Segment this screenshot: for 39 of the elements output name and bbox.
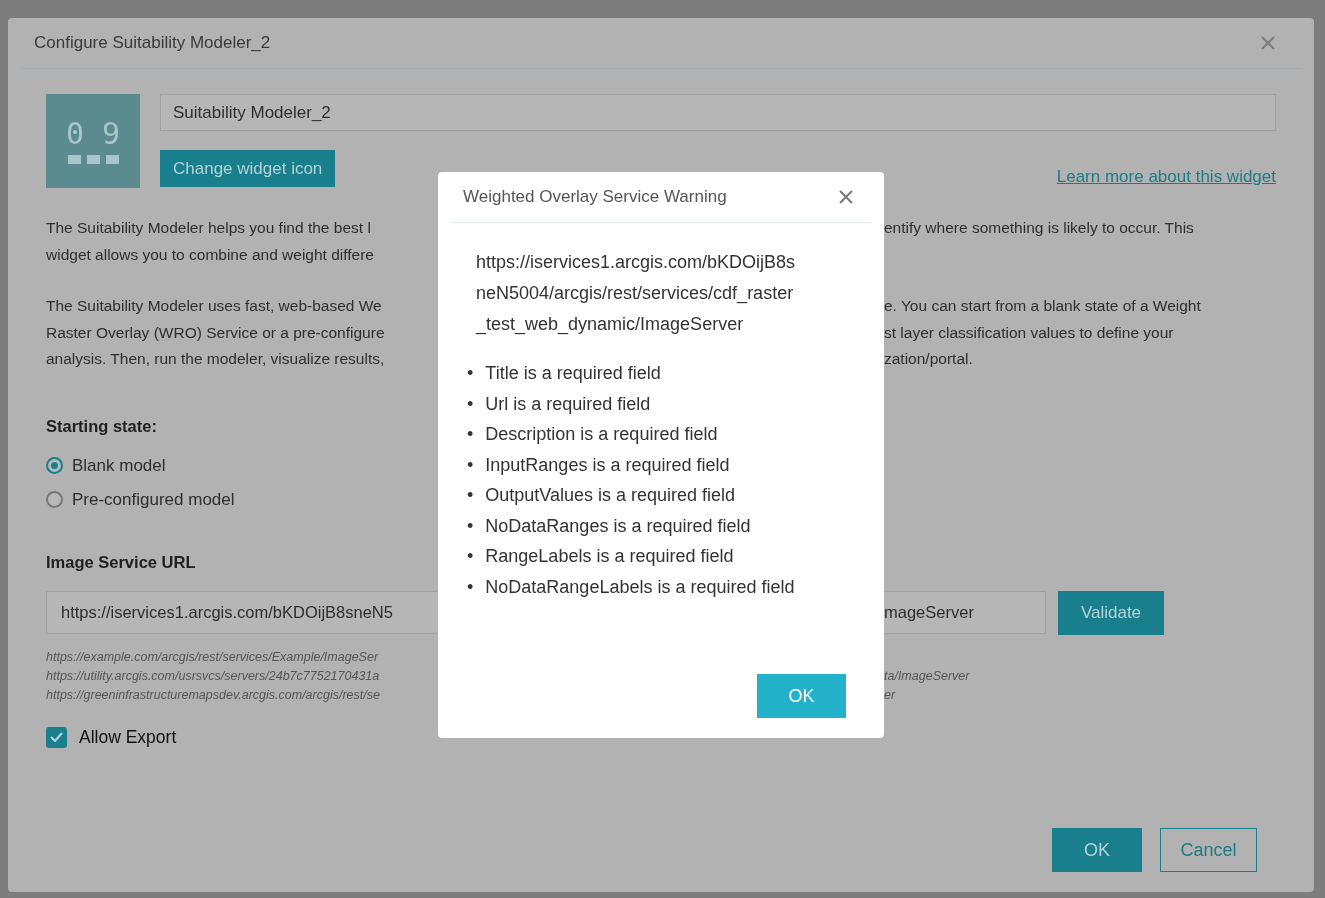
bullet: • xyxy=(467,362,474,385)
description-text: analysis. Then, run the modeler, visualize results, xyxy=(46,349,386,369)
bullet: • xyxy=(467,514,474,538)
warning-item: Title is a required field xyxy=(485,362,661,385)
dialog-title: Configure Suitability Modeler_2 xyxy=(34,33,271,53)
widget-icon: 0 9 xyxy=(46,94,140,188)
warning-item: NoDataRanges is a required field xyxy=(485,514,751,538)
bullet: • xyxy=(467,545,474,568)
description-text: entify where something is likely to occur. This xyxy=(884,218,1195,238)
example-url-text: ta/ImageServer xyxy=(884,667,971,685)
example-url-text: https://utility.arcgis.com/usrsvcs/servers/24b7c7752170431a xyxy=(46,667,381,685)
dialog-title: Weighted Overlay Service Warning xyxy=(463,187,727,207)
description-text: widget allows you to combine and weight differe xyxy=(46,244,375,265)
section-label: Starting state: xyxy=(46,416,157,436)
warning-item: InputRanges is a required field xyxy=(485,453,730,477)
example-url-text: er xyxy=(884,686,897,704)
description-text: e. You can start from a blank state of a Weight xyxy=(884,296,1202,316)
warning-item: Description is a required field xyxy=(485,423,718,446)
bullet: • xyxy=(467,484,474,507)
section-label: Image Service URL xyxy=(46,552,196,572)
warning-item: Url is a required field xyxy=(485,392,651,416)
service-url-text: https://iservices1.arcgis.com/bKDOijB8sneN5004/arcgis/rest/services/cdf_raster_test_web_dynamic/ImageServer xyxy=(476,251,797,337)
example-url-text: https://example.com/arcgis/rest/services/Example/ImageSer xyxy=(46,648,380,666)
option-label: Pre-configured model xyxy=(72,489,235,510)
description-text: Raster Overlay (WRO) Service or a pre-configure xyxy=(46,322,386,343)
description-text: The Suitability Modeler uses fast, web-based We xyxy=(46,296,383,316)
description-text: zation/portal. xyxy=(884,349,974,369)
warning-item: NoDataRangeLabels is a required field xyxy=(485,575,795,599)
warning-item: RangeLabels is a required field xyxy=(485,545,734,568)
bullet: • xyxy=(467,392,474,416)
bullet: • xyxy=(467,423,474,446)
warning-item: OutputValues is a required field xyxy=(485,484,736,507)
bullet: • xyxy=(467,453,474,477)
checkbox-label: Allow Export xyxy=(79,726,177,748)
example-url-text: https://greeninfrastructuremapsdev.arcgis.com/arcgis/rest/se xyxy=(46,686,381,704)
description-text: st layer classification values to define your xyxy=(884,322,1175,343)
option-label: Blank model xyxy=(72,455,166,476)
description-text: The Suitability Modeler helps you find the best l xyxy=(46,218,372,238)
bullet: • xyxy=(467,575,474,599)
